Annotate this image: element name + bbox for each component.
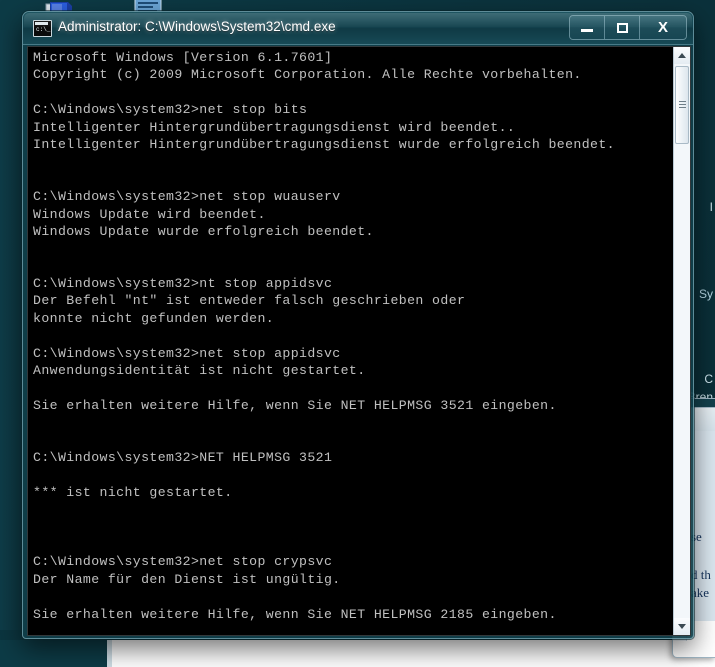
maximize-icon <box>616 22 628 33</box>
maximize-button[interactable] <box>605 16 640 39</box>
scroll-down-glyph <box>678 624 686 629</box>
window-title: Administrator: C:\Windows\System32\cmd.e… <box>58 19 336 34</box>
minimize-button[interactable] <box>570 16 605 39</box>
console-line: Copyright (c) 2009 Microsoft Corporation… <box>33 67 582 83</box>
console-line: C:\Windows\system32>net stop crypsvc <box>33 554 333 570</box>
console-line: Windows Update wird beendet. <box>33 206 266 222</box>
desktop-background: I Sy C Bren T W se d th ake c:\_ Adminis… <box>0 0 715 667</box>
console-line: Intelligenter Hintergrundübertragungsdie… <box>33 119 516 135</box>
console-line: Windows Update wurde erfolgreich beendet… <box>33 223 374 239</box>
console-line: Sie erhalten weitere Hilfe, wenn Sie NET… <box>33 606 557 622</box>
console-client-area[interactable]: Microsoft Windows [Version 6.1.7601] Copy… <box>27 46 691 636</box>
console-scrollbar-track[interactable] <box>674 64 690 618</box>
console-line: Der Befehl "nt" ist entweder falsch gesc… <box>33 293 466 309</box>
scroll-down-arrow-icon[interactable] <box>674 618 690 635</box>
cmd-icon-titlestrip <box>35 22 48 25</box>
console-line: *** ist nicht gestartet. <box>33 484 233 500</box>
close-button[interactable]: X <box>640 16 686 39</box>
console-line: Microsoft Windows [Version 6.1.7601] <box>33 50 333 65</box>
background-window-left <box>0 30 24 630</box>
console-line: C:\Windows\system32>NET HELPMSG 3521 <box>33 449 333 465</box>
cmd-console-icon: c:\_ <box>33 20 52 37</box>
console-output: Microsoft Windows [Version 6.1.7601] Copy… <box>33 49 663 635</box>
scrollbar-grip-icon <box>679 101 686 108</box>
scroll-up-glyph <box>678 53 686 58</box>
background-left-fragment: Sy <box>698 287 713 301</box>
cmd-titlebar[interactable]: c:\_ Administrator: C:\Windows\System32\… <box>23 12 693 45</box>
console-scrollbar[interactable] <box>673 47 690 635</box>
console-line: C:\Windows\system32>net stop wuauserv <box>33 189 341 205</box>
background-window-bottom <box>112 640 715 667</box>
console-line: konnte nicht gefunden werden. <box>33 310 275 326</box>
minimize-icon <box>581 29 593 32</box>
window-controls[interactable]: X <box>569 15 687 40</box>
console-line: Intelligenter Hintergrundübertragungsdie… <box>33 136 615 152</box>
console-line: C:\Windows\system32>nt stop appidsvc <box>33 276 333 292</box>
scroll-up-arrow-icon[interactable] <box>674 47 690 64</box>
console-line: Der Name für den Dienst ist ungültig. <box>33 571 341 587</box>
background-left-fragment: I <box>709 200 713 214</box>
console-line: C:\Windows\system32>net stop bits <box>33 102 308 118</box>
background-left-fragment: C <box>704 372 713 386</box>
console-line: C:\Windows\system32>net stop appidsvc <box>33 345 341 361</box>
console-line: Sie erhalten weitere Hilfe, wenn Sie NET… <box>33 397 557 413</box>
cmd-icon-prompt-glyph: c:\_ <box>36 26 51 33</box>
desktop-bottom-left-area <box>0 640 112 667</box>
console-line: Anwendungsidentität ist nicht gestartet. <box>33 363 366 379</box>
cmd-window[interactable]: c:\_ Administrator: C:\Windows\System32\… <box>22 11 694 639</box>
close-icon: X <box>657 19 668 36</box>
console-scrollbar-thumb[interactable] <box>675 66 689 144</box>
